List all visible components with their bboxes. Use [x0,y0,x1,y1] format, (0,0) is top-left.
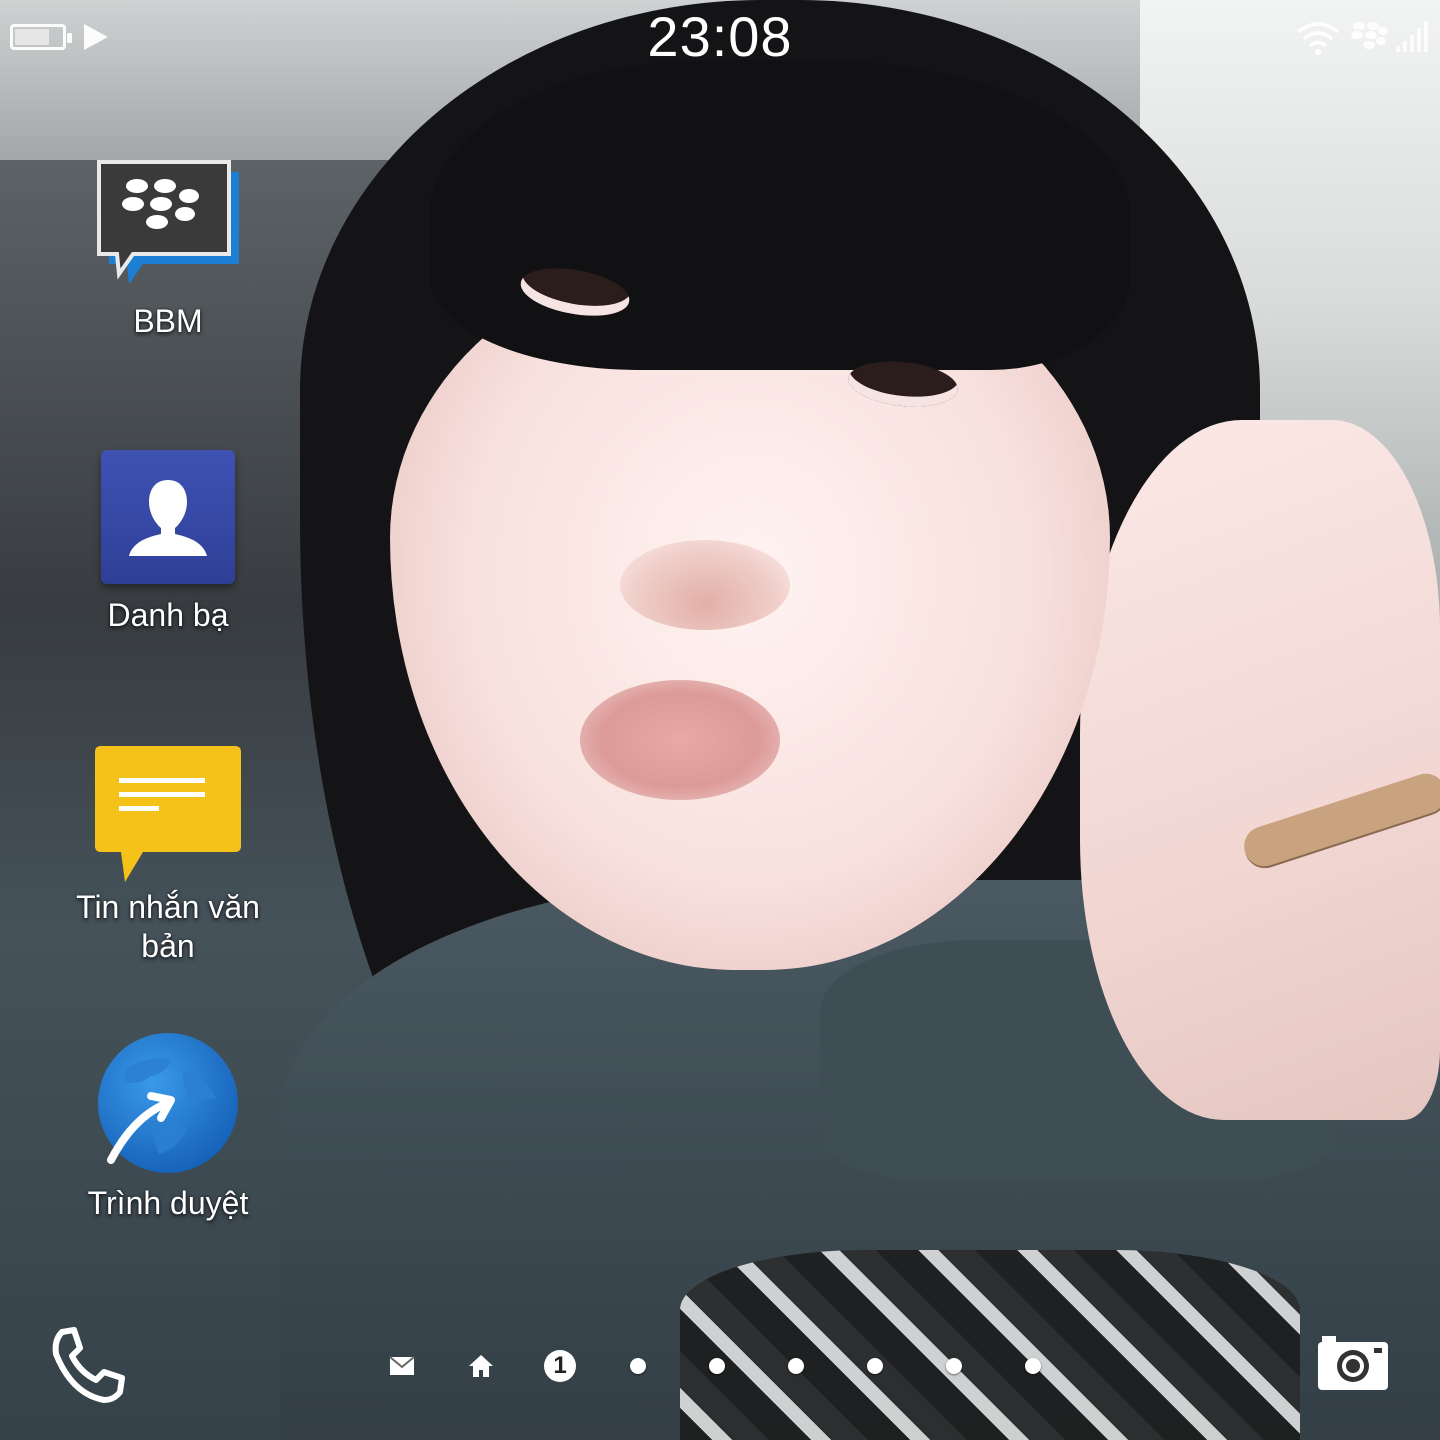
text-messages-icon [95,746,241,882]
page-dot[interactable] [618,1346,658,1386]
app-browser[interactable]: Trình duyệt [48,1030,288,1223]
app-label: BBM [133,303,203,339]
wallpaper-bangs [430,60,1130,370]
wallpaper-nose [620,540,790,630]
app-bbm[interactable]: BBM [48,156,288,341]
page-indicators[interactable]: 1 [380,1346,1060,1386]
hub-mail-icon[interactable] [382,1346,422,1386]
app-contacts[interactable]: Danh bạ [48,450,288,635]
person-silhouette-icon [129,480,207,556]
browser-icon [98,1033,238,1173]
clock: 23:08 [647,5,793,68]
page-dot[interactable] [1013,1346,1053,1386]
phone-icon[interactable] [48,1326,128,1406]
bbm-icon [97,160,239,284]
app-label: Danh bạ [107,597,229,633]
signal-strength-icon [1396,21,1428,52]
wallpaper-arm [1080,420,1440,1120]
page-badge-number: 1 [544,1350,576,1382]
battery-icon [10,24,72,50]
home-icon[interactable] [461,1346,501,1386]
page-dot[interactable] [776,1346,816,1386]
page-dot[interactable] [855,1346,895,1386]
camera-icon[interactable] [1316,1334,1390,1392]
blackberry-logo-icon [1351,22,1388,49]
bottom-dock: 1 [0,1320,1440,1440]
app-text-messages[interactable]: Tin nhắn văn bản [48,744,288,966]
contacts-icon [101,450,235,584]
media-playing-icon [84,24,108,50]
wifi-icon [1296,22,1340,55]
status-bar[interactable]: 23:08 [0,0,1440,80]
app-label: Tin nhắn văn bản [76,889,260,964]
app-label: Trình duyệt [87,1185,249,1221]
page-badge[interactable]: 1 [540,1346,580,1386]
wallpaper-lips [580,680,780,800]
page-dot[interactable] [697,1346,737,1386]
battery-level-fill [15,29,49,45]
page-dot[interactable] [934,1346,974,1386]
